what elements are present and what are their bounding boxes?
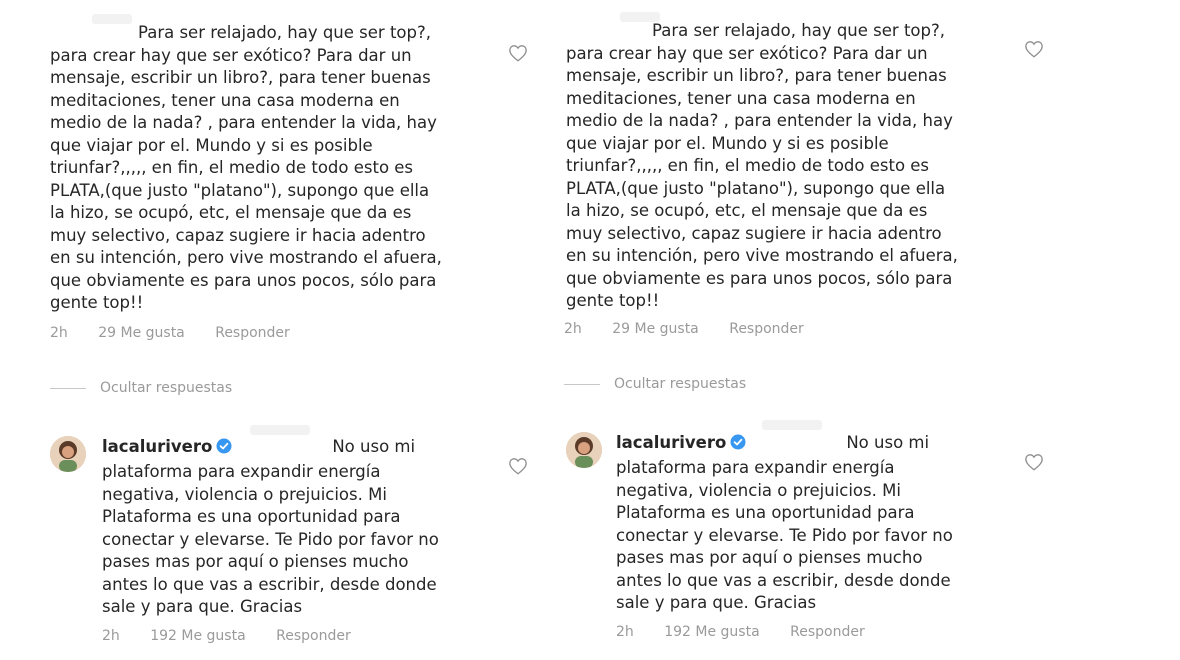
- comment-likes[interactable]: 29 Me gusta: [98, 325, 185, 341]
- hide-replies-button[interactable]: Ocultar respuestas: [564, 376, 746, 392]
- reply-meta: 2h 192 Me gusta Responder: [102, 628, 351, 644]
- comment-intro: Para ser relajado, hay que ser top?,: [138, 23, 431, 42]
- comment-panel-right: Para ser relajado, hay que ser top?, par…: [564, 0, 1150, 660]
- avatar[interactable]: [566, 432, 602, 468]
- comment-reply-button[interactable]: Responder: [729, 321, 804, 337]
- hide-replies-label: Ocultar respuestas: [614, 376, 747, 392]
- heart-icon[interactable]: [508, 457, 528, 475]
- reply-reply-button[interactable]: Responder: [790, 624, 865, 640]
- reply-likes[interactable]: 192 Me gusta: [664, 624, 759, 640]
- comment-meta: 2h 29 Me gusta Responder: [50, 325, 290, 341]
- hidden-username-placeholder: [92, 14, 132, 24]
- comment-meta: 2h 29 Me gusta Responder: [564, 321, 804, 337]
- reply-username[interactable]: lacalurivero: [102, 437, 212, 456]
- reply-reply-button[interactable]: Responder: [276, 628, 351, 644]
- reply-first-line: No uso mi: [846, 433, 930, 452]
- reply-time: 2h: [616, 624, 634, 640]
- comment-time: 2h: [564, 321, 582, 337]
- divider-line: [564, 383, 600, 385]
- reply-username[interactable]: lacalurivero: [616, 433, 726, 452]
- hidden-reply-placeholder: [250, 425, 310, 435]
- heart-icon[interactable]: [508, 44, 528, 62]
- reply-first-line: No uso mi: [332, 437, 416, 456]
- hide-replies-label: Ocultar respuestas: [100, 380, 233, 396]
- reply-header: lacalurivero No uso mi: [616, 433, 929, 452]
- comment-intro: Para ser relajado, hay que ser top?,: [652, 21, 945, 40]
- reply-time: 2h: [102, 628, 120, 644]
- avatar[interactable]: [50, 436, 86, 472]
- reply-text: plataforma para expandir energía negativ…: [102, 462, 439, 616]
- comment-text: para crear hay que ser exótico? Para dar…: [50, 45, 442, 313]
- verified-badge-icon: [730, 434, 746, 450]
- avatar-image: [50, 436, 86, 472]
- reply-likes[interactable]: 192 Me gusta: [150, 628, 245, 644]
- reply-meta: 2h 192 Me gusta Responder: [616, 624, 865, 640]
- comment-likes[interactable]: 29 Me gusta: [612, 321, 699, 337]
- hide-replies-button[interactable]: Ocultar respuestas: [50, 380, 232, 396]
- comment-reply-button[interactable]: Responder: [215, 325, 290, 341]
- comment-panel-left: Para ser relajado, hay que ser top?, par…: [0, 0, 560, 660]
- reply-header: lacalurivero No uso mi: [102, 437, 415, 456]
- heart-icon[interactable]: [1024, 453, 1044, 471]
- comment-text: para crear hay que ser exótico? Para dar…: [566, 43, 958, 311]
- comment-time: 2h: [50, 325, 68, 341]
- heart-icon[interactable]: [1024, 40, 1044, 58]
- verified-badge-icon: [216, 438, 232, 454]
- avatar-image: [566, 432, 602, 468]
- divider-line: [50, 387, 86, 389]
- hidden-reply-placeholder: [762, 420, 822, 430]
- reply-text: plataforma para expandir energía negativ…: [616, 458, 953, 612]
